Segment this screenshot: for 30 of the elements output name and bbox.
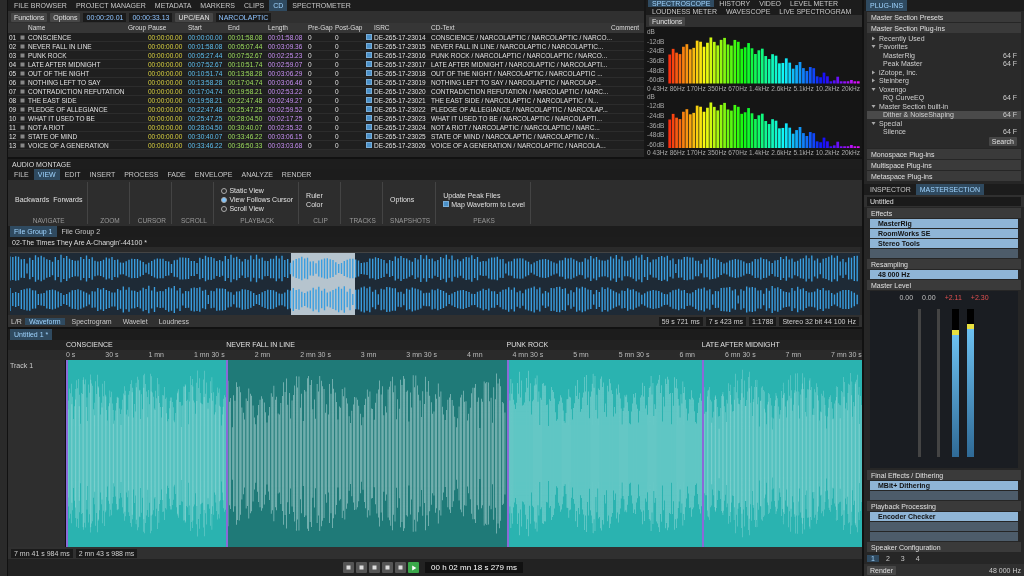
transport-button[interactable] (356, 562, 368, 573)
caret-icon[interactable] (871, 86, 876, 92)
radio-button[interactable] (221, 196, 228, 203)
caret-icon[interactable] (871, 44, 876, 50)
caret-icon[interactable] (871, 35, 876, 41)
transport-button[interactable] (382, 562, 394, 573)
checkbox[interactable] (365, 133, 372, 139)
play-icon (410, 564, 417, 571)
caret-icon[interactable] (871, 103, 876, 109)
checkbox[interactable] (365, 34, 372, 40)
checkbox[interactable] (365, 61, 372, 67)
checkbox[interactable] (443, 201, 450, 207)
caret-icon[interactable] (871, 69, 876, 75)
time-display: 00 h 02 mn 18 s 279 ms (425, 562, 523, 573)
checkbox[interactable] (365, 115, 372, 121)
caret-icon[interactable] (871, 78, 876, 84)
checkbox[interactable] (365, 52, 372, 58)
transport-button[interactable] (395, 562, 407, 573)
transport-button[interactable] (343, 562, 355, 573)
checkbox[interactable] (365, 70, 372, 76)
checkbox[interactable] (365, 106, 372, 112)
transport-button[interactable] (369, 562, 381, 573)
play-button[interactable] (408, 562, 420, 573)
checkbox[interactable] (365, 124, 372, 130)
checkbox[interactable] (365, 88, 372, 94)
caret-icon[interactable] (871, 120, 876, 126)
checkbox[interactable] (365, 43, 372, 49)
checkbox[interactable] (365, 142, 372, 148)
checkbox[interactable] (365, 97, 372, 103)
checkbox[interactable] (365, 79, 372, 85)
